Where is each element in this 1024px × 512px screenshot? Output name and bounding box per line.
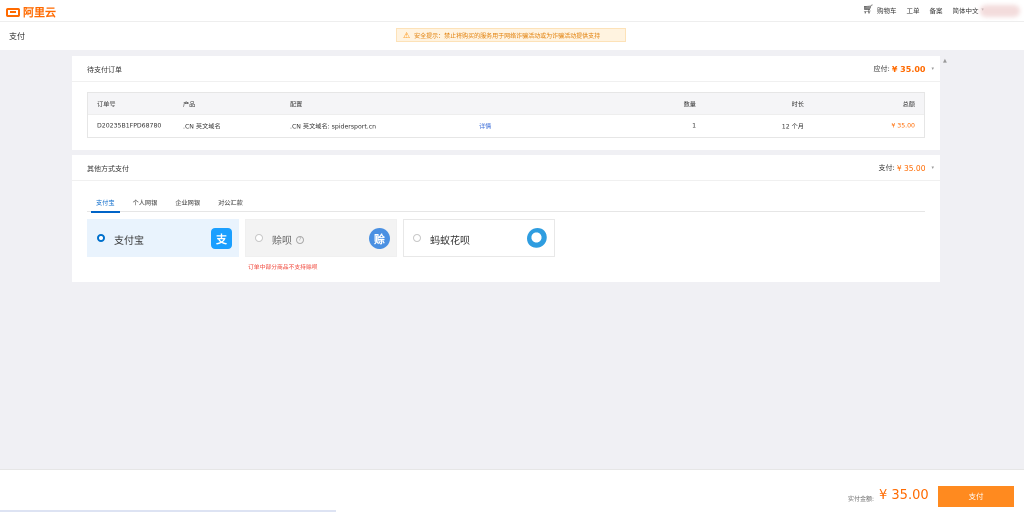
duration: 12 个月 — [781, 123, 804, 131]
zanbei-icon: 赊 — [369, 228, 390, 249]
cart-link[interactable]: 🛒︎ 购物车 — [863, 5, 897, 15]
logo-icon — [6, 7, 20, 17]
footer-amount: ¥ 35.00 — [879, 488, 929, 503]
page-header: 支付 ⚠ 安全提示：禁止将购买的服务用于网络诈骗活动或为诈骗活动提供支持 — [0, 22, 1024, 50]
order-no: D20235B1FPD68780 — [97, 122, 162, 130]
tab-corporate-bank[interactable]: 企业网银 — [166, 193, 209, 212]
payment-options: 支付宝 支 赊呗 ? 赊 蚂蚁花呗 — [87, 219, 555, 257]
cart-label: 购物车 — [876, 7, 897, 15]
pay-button[interactable]: 支付 — [938, 486, 1014, 507]
footer-amount-label: 实付金额: — [848, 496, 875, 503]
option-zanbei-label-group: 赊呗 ? — [272, 232, 304, 247]
option-huabei[interactable]: 蚂蚁花呗 — [403, 219, 555, 257]
payable-value: ¥ 35.00 — [891, 64, 926, 74]
radio-alipay[interactable] — [97, 234, 105, 242]
huabei-icon — [527, 228, 548, 249]
warning-icon: ⚠ — [403, 30, 411, 40]
col-config: 配置 — [290, 101, 303, 108]
help-icon[interactable]: ? — [296, 235, 304, 244]
row-total: ¥ 35.00 — [891, 122, 915, 130]
option-alipay[interactable]: 支付宝 支 — [87, 219, 239, 257]
scroll-up-icon[interactable]: ▲ — [943, 58, 947, 64]
payable-label: 应付: — [873, 65, 890, 73]
security-warning: ⚠ 安全提示：禁止将购买的服务用于网络诈骗活动或为诈骗活动提供支持 — [396, 28, 626, 42]
logo-text: 阿里云 — [23, 6, 56, 19]
pending-order-title: 待支付订单 — [87, 66, 122, 74]
user-avatar[interactable] — [980, 5, 1020, 17]
chevron-down-icon[interactable]: ▾ — [931, 66, 934, 72]
table-header: 订单号 产品 配置 数量 时长 总额 — [88, 93, 924, 114]
tab-alipay[interactable]: 支付宝 — [87, 193, 124, 213]
error-message: 订单中部分商品不支持赊呗 — [248, 265, 318, 271]
col-total: 总额 — [902, 101, 915, 108]
pay-amount: 支付: ¥ 35.00 ▾ — [878, 163, 934, 173]
option-huabei-label: 蚂蚁花呗 — [430, 236, 470, 247]
order-table: 订单号 产品 配置 数量 时长 总额 D20235B1FPD68780 .CN … — [87, 92, 925, 138]
alipay-icon: 支 — [211, 228, 232, 249]
pay-value: ¥ 35.00 — [896, 163, 926, 173]
radio-huabei[interactable] — [413, 234, 421, 242]
option-zanbei[interactable]: 赊呗 ? 赊 — [245, 219, 397, 257]
page-title: 支付 — [9, 32, 25, 41]
pay-label: 支付: — [878, 164, 895, 172]
radio-zanbei[interactable] — [255, 234, 263, 242]
payment-tabs: 支付宝 个人网银 企业网银 对公汇款 — [87, 193, 925, 213]
tab-wire-transfer[interactable]: 对公汇款 — [209, 193, 252, 212]
ticket-link[interactable]: 工单 — [906, 5, 919, 15]
other-payment-title: 其他方式支付 — [87, 165, 129, 173]
qty: 1 — [692, 122, 696, 130]
filing-link[interactable]: 备案 — [929, 5, 942, 15]
option-zanbei-label: 赊呗 — [272, 236, 292, 247]
top-navbar: 阿里云 🛒︎ 购物车 工单 备案 简体中文 ▾ — [0, 0, 1024, 22]
col-duration: 时长 — [791, 101, 804, 108]
tab-personal-bank[interactable]: 个人网银 — [124, 193, 167, 212]
pending-order-header[interactable]: 待支付订单 应付: ¥ 35.00 ▾ — [72, 56, 940, 82]
option-alipay-label: 支付宝 — [114, 236, 144, 247]
table-row: D20235B1FPD68780 .CN 英文域名 .CN 英文域名: spid… — [88, 114, 924, 137]
cart-icon: 🛒︎ — [862, 4, 874, 15]
other-payment-header[interactable]: 其他方式支付 支付: ¥ 35.00 ▾ — [72, 155, 940, 181]
col-order-no: 订单号 — [97, 101, 116, 108]
payment-footer: 实付金额: ¥ 35.00 支付 — [0, 469, 1024, 512]
config: .CN 英文域名: spidersport.cn — [290, 123, 377, 131]
other-payment-card: 其他方式支付 支付: ¥ 35.00 ▾ 支付宝 个人网银 企业网银 对公汇款 … — [72, 155, 940, 282]
language-label: 简体中文 — [952, 7, 979, 15]
detail-link[interactable]: 详情 — [479, 122, 491, 131]
aliyun-logo[interactable]: 阿里云 — [6, 4, 56, 20]
product: .CN 英文域名 — [183, 123, 221, 131]
payable-amount: 应付: ¥ 35.00 ▾ — [873, 64, 934, 74]
chevron-down-icon[interactable]: ▾ — [931, 165, 934, 171]
col-product: 产品 — [183, 101, 196, 108]
pending-order-card: 待支付订单 应付: ¥ 35.00 ▾ 订单号 产品 配置 数量 时长 总额 D… — [72, 56, 940, 150]
warning-text: 安全提示：禁止将购买的服务用于网络诈骗活动或为诈骗活动提供支持 — [414, 32, 601, 40]
col-qty: 数量 — [683, 101, 696, 108]
nav-links: 🛒︎ 购物车 工单 备案 简体中文 ▾ — [863, 5, 984, 15]
